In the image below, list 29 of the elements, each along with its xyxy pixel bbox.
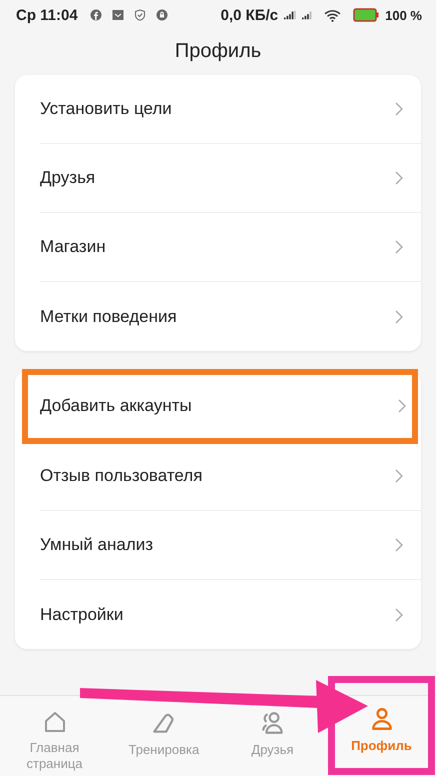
battery-icon xyxy=(353,8,380,22)
signal-icon xyxy=(284,10,296,20)
menu-item[interactable]: Добавить аккаунты xyxy=(24,371,416,442)
chevron-icon xyxy=(395,240,403,254)
chevron-icon xyxy=(395,310,403,324)
shield-icon xyxy=(134,9,146,21)
wifi-icon xyxy=(324,8,342,22)
menu-item[interactable]: Друзья xyxy=(40,144,421,213)
menu-item[interactable]: Магазин xyxy=(40,213,421,282)
lock-icon xyxy=(156,9,168,21)
menu-item[interactable]: Отзыв пользователя xyxy=(40,442,421,511)
mail-icon xyxy=(112,9,124,21)
chevron-icon xyxy=(398,399,406,413)
chevron-icon xyxy=(395,608,403,622)
people-icon xyxy=(260,710,286,736)
chevron-icon xyxy=(395,102,403,116)
facebook-icon xyxy=(90,9,102,21)
network-speed: 0,0 КБ/с xyxy=(220,6,278,24)
menu-item[interactable]: Умный анализ xyxy=(40,511,421,580)
chevron-icon xyxy=(395,538,403,552)
page-title: Профиль xyxy=(174,40,262,63)
battery-percent: 100 % xyxy=(385,8,422,22)
menu-item[interactable]: Установить цели xyxy=(40,75,421,144)
signal-icon xyxy=(302,10,314,20)
menu-item[interactable]: Настройки xyxy=(40,580,421,649)
menu-item[interactable]: Метки поведения xyxy=(40,282,421,351)
chevron-icon xyxy=(395,469,403,483)
status-time: Ср 11:04 xyxy=(16,6,78,24)
chevron-icon xyxy=(395,171,403,185)
